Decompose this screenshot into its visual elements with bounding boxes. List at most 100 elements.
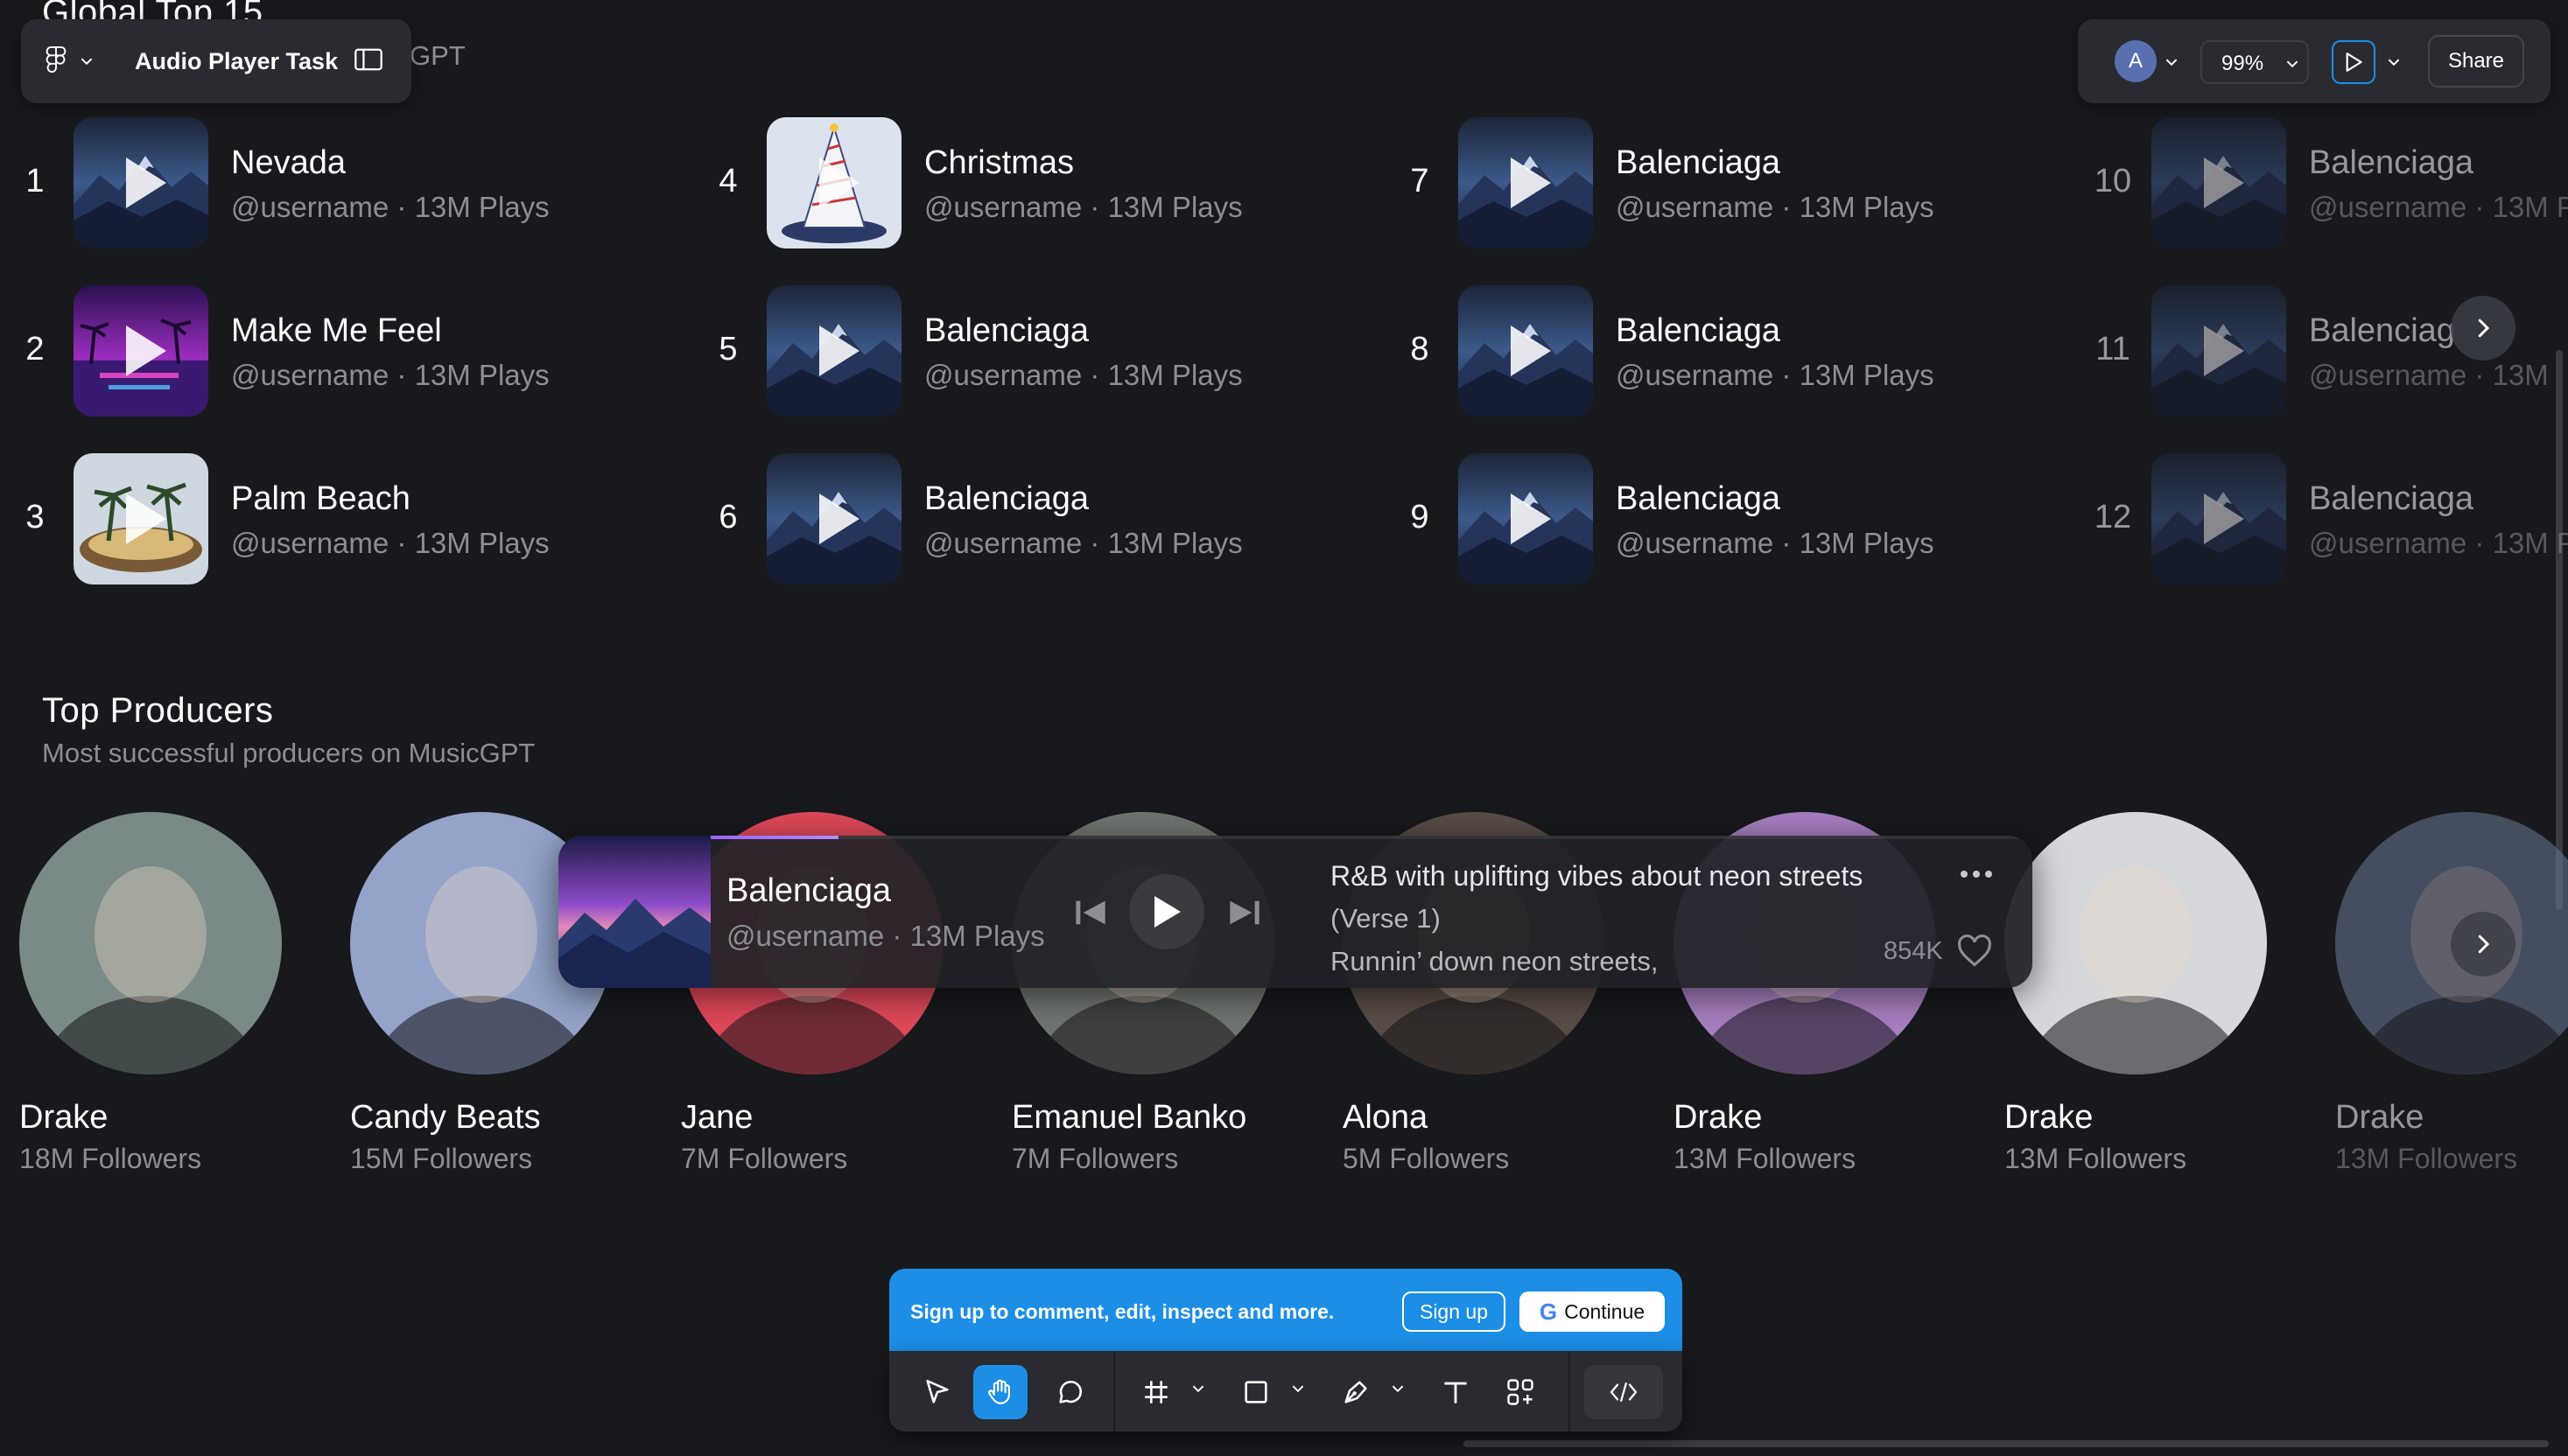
signup-banner: Sign up to comment, edit, inspect and mo… [889,1269,1682,1356]
progress-track[interactable] [558,836,2032,839]
track-rank: 12 [2094,499,2132,536]
track-cover-play-button[interactable] [767,285,902,416]
tracks-next-arrow[interactable] [2451,296,2515,360]
track-rank: 5 [719,331,738,368]
lyrics-prompt: R&B with uplifting vibes about neon stre… [1330,860,1863,892]
chevron-right-icon [2478,934,2490,954]
figma-menu-button[interactable] [46,46,98,77]
track-cover-play-button[interactable] [74,285,208,416]
track-item[interactable]: 1 Nevada @username · 13M Plays [0,114,683,248]
track-cover-play-button[interactable] [1458,117,1593,248]
dev-mode-toggle[interactable] [1584,1365,1663,1419]
track-title: Balenciaga [2309,144,2474,181]
play-icon [2151,453,2286,584]
track-cover-play-button[interactable] [2151,285,2286,416]
chevron-right-icon [2478,318,2490,338]
chevron-down-icon [2286,60,2298,68]
play-icon [1154,896,1181,928]
producer-followers: 18M Followers [19,1143,202,1174]
global-top-track-grid: 1 Nevada @username · 13M Plays 2 Make Me… [0,114,2568,595]
frame-tool[interactable] [1129,1365,1183,1419]
track-title: Balenciag [2309,312,2455,349]
track-title: Balenciaga [924,480,1090,517]
player-track-title: Balenciaga [726,872,892,909]
chevron-down-icon[interactable] [2165,58,2178,66]
text-t-icon [1444,1382,1467,1404]
hand-tool[interactable] [973,1365,1028,1419]
google-icon: G [1539,1298,1558,1325]
producer-name: Emanuel Banko [1012,1099,1247,1136]
producer-followers: 15M Followers [350,1143,533,1174]
play-icon [767,285,902,416]
more-options-button[interactable] [1955,858,1997,890]
toggle-sidebar-button[interactable] [354,47,389,75]
user-avatar[interactable]: A [2115,40,2157,82]
track-rank: 4 [719,163,738,200]
track-item[interactable]: 6 Balenciaga @username · 13M Plays [693,450,1376,584]
like-button[interactable] [1954,930,1996,972]
signup-message: Sign up to comment, edit, inspect and mo… [910,1300,1335,1323]
track-cover-play-button[interactable] [74,117,208,248]
play-icon [74,453,208,584]
continue-with-google-button[interactable]: G Continue [1519,1292,1665,1332]
play-button[interactable] [1129,874,1204,949]
previous-button[interactable] [1066,888,1115,937]
track-item[interactable]: 2 Make Me Feel @username · 13M Plays [0,282,683,416]
track-meta: @username · 13M Plays [924,191,1243,223]
track-cover-play-button[interactable] [1458,453,1593,584]
signup-button[interactable]: Sign up [1402,1292,1505,1332]
comment-tool[interactable] [1043,1365,1098,1419]
producer-followers: 13M Followers [2335,1143,2518,1174]
track-item[interactable]: 7 Balenciaga @username · 13M Plays [1385,114,2067,248]
chevron-down-icon[interactable] [1292,1384,1304,1393]
zoom-value: 99% [2221,52,2264,75]
track-item[interactable]: 4 Christmas @username · 13M Plays [693,114,1376,248]
file-title[interactable]: Audio Player Task [135,48,338,75]
zoom-dropdown[interactable]: 99% [2200,40,2309,84]
track-cover-play-button[interactable] [2151,453,2286,584]
figma-logo-icon [46,46,67,74]
resources-tool[interactable] [1493,1365,1547,1419]
skip-previous-icon [1076,900,1105,925]
track-meta: @username · 13M Plays [1616,359,1934,391]
figma-file-menu: Audio Player Task [21,19,411,103]
shape-tool[interactable] [1229,1365,1283,1419]
move-tool[interactable] [910,1365,965,1419]
track-meta: @username · 13M Plays [231,191,550,223]
track-item[interactable]: 3 Palm Beach @username · 13M Plays [0,450,683,584]
producer-avatar [19,812,282,1074]
track-cover-play-button[interactable] [767,117,902,248]
present-button[interactable] [2332,40,2375,84]
track-title: Balenciaga [1616,312,1781,349]
track-item[interactable]: 9 Balenciaga @username · 13M Plays [1385,450,2067,584]
track-item[interactable]: 10 Balenciaga @username · 13M P [2078,114,2568,248]
track-item[interactable]: 8 Balenciaga @username · 13M Plays [1385,282,2067,416]
track-rank: 3 [25,499,45,536]
chevron-down-icon[interactable] [1392,1384,1404,1393]
text-tool[interactable] [1428,1365,1483,1419]
track-cover-play-button[interactable] [1458,285,1593,416]
sidebar-icon [354,48,382,71]
chevron-down-icon [81,58,93,66]
play-icon [74,117,208,248]
chevron-down-icon[interactable] [2388,58,2400,66]
share-button[interactable]: Share [2428,35,2524,88]
track-meta: @username · 13M Plays [924,527,1243,559]
track-cover-play-button[interactable] [767,453,902,584]
track-title: Palm Beach [231,480,410,517]
track-item[interactable]: 5 Balenciaga @username · 13M Plays [693,282,1376,416]
track-meta: @username · 13M P [2309,191,2568,223]
toolbar-divider [1568,1351,1570,1432]
producers-next-arrow[interactable] [2451,912,2515,976]
mini-player[interactable]: Balenciaga @username · 13M Plays R&B wit… [558,836,2032,988]
track-rank: 1 [25,163,45,200]
track-cover-play-button[interactable] [74,453,208,584]
next-button[interactable] [1220,888,1269,937]
track-item[interactable]: 12 Balenciaga @username · 13M P [2078,450,2568,584]
horizontal-scrollbar[interactable] [1463,1440,2549,1447]
chevron-down-icon[interactable] [1192,1384,1204,1393]
hand-icon [988,1379,1010,1404]
track-cover-play-button[interactable] [2151,117,2286,248]
play-icon [1458,453,1593,584]
pen-tool[interactable] [1329,1365,1383,1419]
